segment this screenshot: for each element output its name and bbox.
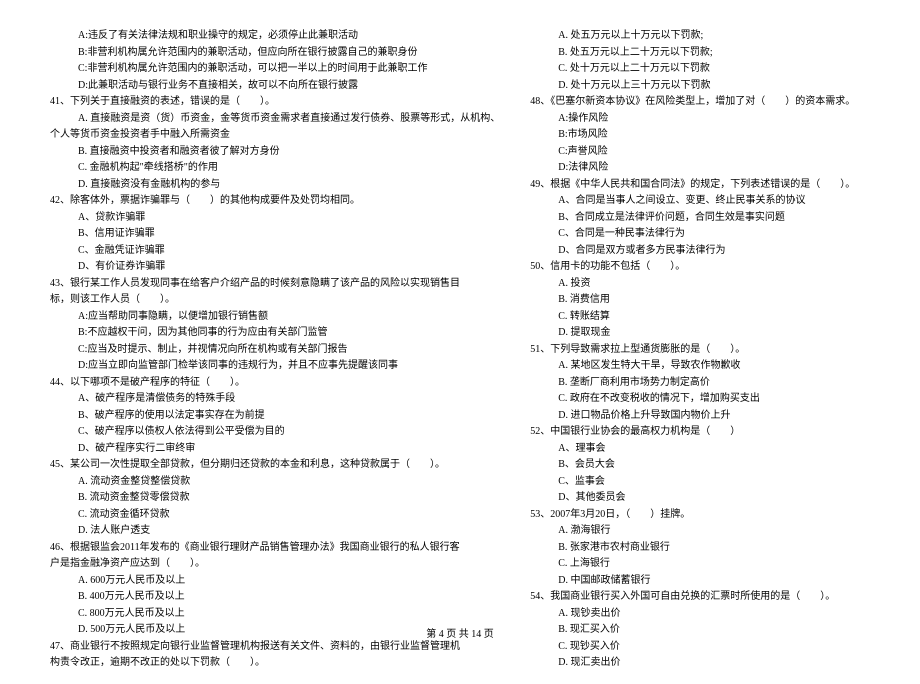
option-line: C. 金融机构起"牵线搭桥"的作用 — [50, 160, 500, 176]
option-line: C、金融凭证诈骗罪 — [50, 243, 500, 259]
option-line: B. 直接融资中投资者和融资者彼了解对方身份 — [50, 144, 500, 160]
option-line: D:法律风险 — [530, 160, 870, 176]
option-line: D. 提取现金 — [530, 325, 870, 341]
option-line: B. 张家港市农村商业银行 — [530, 540, 870, 556]
question-line: 标，则该工作人员（ ）。 — [50, 292, 500, 308]
option-line: D:此兼职活动与银行业务不直接相关，故可以不向所在银行披露 — [50, 78, 500, 94]
option-line: A:操作风险 — [530, 111, 870, 127]
option-line: C. 处十万元以上二十万元以下罚款 — [530, 61, 870, 77]
option-line: C. 现钞买入价 — [530, 639, 870, 655]
question-line: 42、除客体外，票据诈骗罪与（ ）的其他构成要件及处罚均相同。 — [50, 193, 500, 209]
option-line: C. 流动资金循环贷款 — [50, 507, 500, 523]
question-line: 51、下列导致需求拉上型通货膨胀的是（ ）。 — [530, 342, 870, 358]
option-line: B. 消费信用 — [530, 292, 870, 308]
option-line: A. 600万元人民币及以上 — [50, 573, 500, 589]
option-line: A. 直接融资是资（货）币资金，金等货币资金需求者直接通过发行债券、股票等形式，… — [50, 111, 500, 127]
question-line: 49、根据《中华人民共和国合同法》的规定，下列表述错误的是（ ）。 — [530, 177, 870, 193]
option-line: C、破产程序以债权人依法得到公平受偿为目的 — [50, 424, 500, 440]
option-line: A. 渤海银行 — [530, 523, 870, 539]
option-line: B、破产程序的使用以法定事实存在为前提 — [50, 408, 500, 424]
left-column: A:违反了有关法律法规和职业操守的规定，必须停止此兼职活动B:非营利机构属允许范… — [50, 28, 500, 672]
question-line: 48、《巴塞尔新资本协议》在风险类型上，增加了对（ ）的资本需求。 — [530, 94, 870, 110]
option-line: D. 处十万元以上三十万元以下罚款 — [530, 78, 870, 94]
option-line: A:违反了有关法律法规和职业操守的规定，必须停止此兼职活动 — [50, 28, 500, 44]
option-line: A. 流动资金整贷整偿贷款 — [50, 474, 500, 490]
exam-page: A:违反了有关法律法规和职业操守的规定，必须停止此兼职活动B:非营利机构属允许范… — [0, 0, 920, 684]
question-line: 53、2007年3月20日，（ ）挂牌。 — [530, 507, 870, 523]
option-line: A. 投资 — [530, 276, 870, 292]
question-line: 个人等货币资金投资者手中融入所需资金 — [50, 127, 500, 143]
option-line: B. 处五万元以上二十万元以下罚款; — [530, 45, 870, 61]
option-line: B:非营利机构属允许范围内的兼职活动，但应向所在银行披露自己的兼职身份 — [50, 45, 500, 61]
option-line: B. 垄断厂商利用市场势力制定高价 — [530, 375, 870, 391]
question-line: 构责令改正，逾期不改正的处以下罚款（ ）。 — [50, 655, 500, 671]
question-line: 45、某公司一次性提取全部贷款，但分期归还贷款的本金和利息，这种贷款属于（ ）。 — [50, 457, 500, 473]
option-line: B、合同成立是法律评价问题，合同生效是事实问题 — [530, 210, 870, 226]
option-line: D、其他委员会 — [530, 490, 870, 506]
option-line: C:应当及时提示、制止，并视情况向所在机构或有关部门报告 — [50, 342, 500, 358]
question-line: 47、商业银行不按照规定向银行业监督管理机构报送有关文件、资料的，由银行业监督管… — [50, 639, 500, 655]
option-line: A、贷款诈骗罪 — [50, 210, 500, 226]
option-line: A、合同是当事人之间设立、变更、终止民事关系的协议 — [530, 193, 870, 209]
option-line: A. 现钞卖出价 — [530, 606, 870, 622]
option-line: B、信用证诈骗罪 — [50, 226, 500, 242]
option-line: C:非营利机构属允许范围内的兼职活动，可以把一半以上的时间用于此兼职工作 — [50, 61, 500, 77]
option-line: C、监事会 — [530, 474, 870, 490]
option-line: A、理事会 — [530, 441, 870, 457]
option-line: D、合同是双方或者多方民事法律行为 — [530, 243, 870, 259]
option-line: A. 某地区发生特大干旱，导致农作物歉收 — [530, 358, 870, 374]
option-line: D、有价证券诈骗罪 — [50, 259, 500, 275]
option-line: A、破产程序是清偿债务的特殊手段 — [50, 391, 500, 407]
option-line: A:应当帮助同事隐瞒，以便增加银行销售额 — [50, 309, 500, 325]
option-line: D. 中国邮政储蓄银行 — [530, 573, 870, 589]
option-line: B:市场风险 — [530, 127, 870, 143]
question-line: 43、银行某工作人员发现同事在给客户介绍产品的时候刻意隐瞒了该产品的风险以实现销… — [50, 276, 500, 292]
question-line: 41、下列关于直接融资的表述，错误的是（ ）。 — [50, 94, 500, 110]
option-line: D:应当立即向监管部门检举该同事的违规行为，并且不应事先提醒该同事 — [50, 358, 500, 374]
option-line: B、会员大会 — [530, 457, 870, 473]
option-line: C. 政府在不改变税收的情况下，增加购买支出 — [530, 391, 870, 407]
option-line: C. 转账结算 — [530, 309, 870, 325]
option-line: C、合同是一种民事法律行为 — [530, 226, 870, 242]
option-line: C. 800万元人民币及以上 — [50, 606, 500, 622]
page-footer: 第 4 页 共 14 页 — [0, 625, 920, 640]
option-line: D. 直接融资没有金融机构的参与 — [50, 177, 500, 193]
option-line: D. 现汇卖出价 — [530, 655, 870, 671]
question-line: 44、以下哪项不是破产程序的特征（ ）。 — [50, 375, 500, 391]
question-line: 46、根据银监会2011年发布的《商业银行理财产品销售管理办法》我国商业银行的私… — [50, 540, 500, 556]
option-line: B. 流动资金整贷零偿贷款 — [50, 490, 500, 506]
question-line: 52、中国银行业协会的最高权力机构是（ ） — [530, 424, 870, 440]
right-column: A. 处五万元以上十万元以下罚款;B. 处五万元以上二十万元以下罚款;C. 处十… — [530, 28, 870, 672]
option-line: C:声誉风险 — [530, 144, 870, 160]
option-line: A. 处五万元以上十万元以下罚款; — [530, 28, 870, 44]
option-line: C. 上海银行 — [530, 556, 870, 572]
option-line: D. 法人账户透支 — [50, 523, 500, 539]
option-line: D、破产程序实行二审终审 — [50, 441, 500, 457]
question-line: 50、信用卡的功能不包括（ ）。 — [530, 259, 870, 275]
option-line: D. 进口物品价格上升导致国内物价上升 — [530, 408, 870, 424]
option-line: B:不应越权干问，因为其他同事的行为应由有关部门监管 — [50, 325, 500, 341]
question-line: 户是指金融净资产应达到（ ）。 — [50, 556, 500, 572]
question-line: 54、我国商业银行买入外国可自由兑换的汇票时所使用的是（ ）。 — [530, 589, 870, 605]
option-line: B. 400万元人民币及以上 — [50, 589, 500, 605]
